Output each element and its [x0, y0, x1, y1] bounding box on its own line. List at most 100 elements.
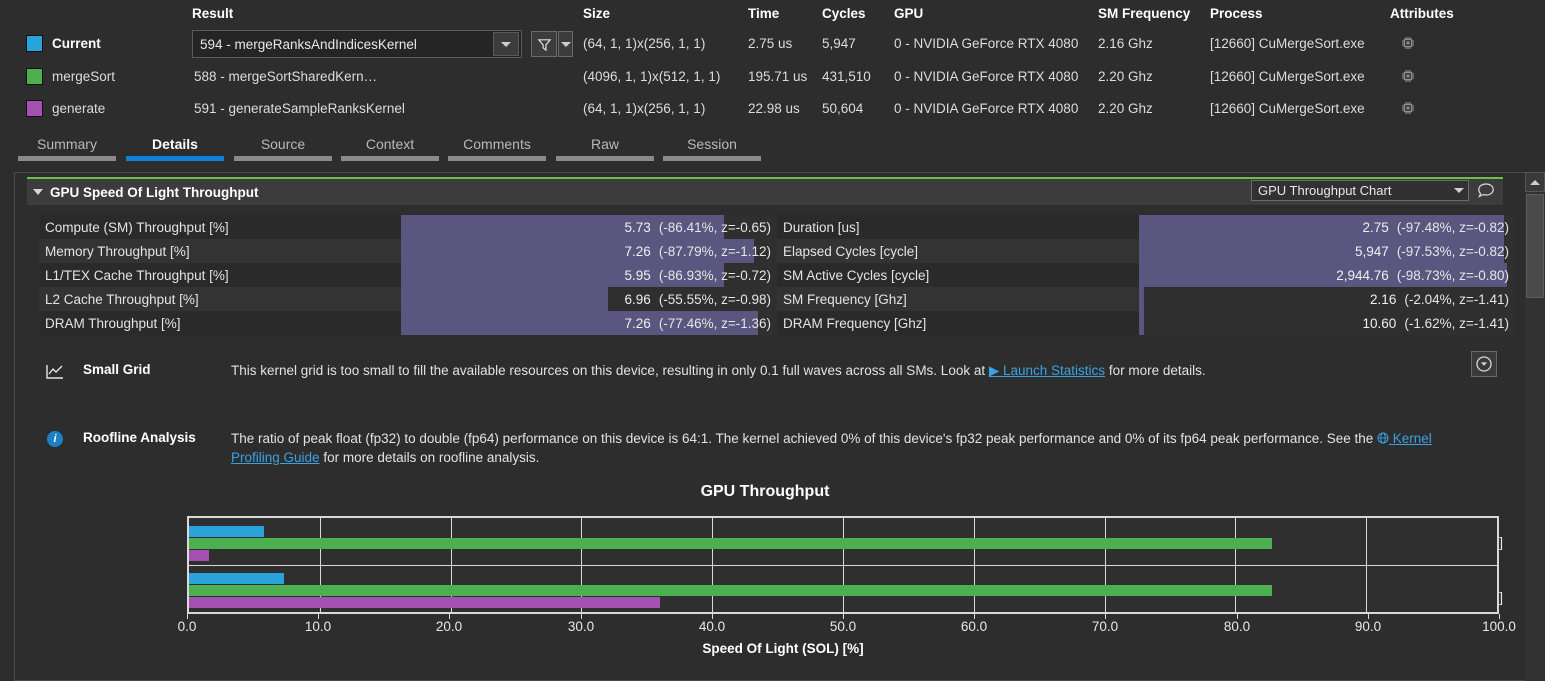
metric-name: Elapsed Cycles [cycle]: [777, 244, 1139, 259]
metric-value: 5.73: [625, 220, 651, 235]
metric-name: DRAM Frequency [Ghz]: [777, 316, 1139, 331]
filter-button[interactable]: [531, 31, 557, 57]
result-row-process: [12660] CuMergeSort.exe: [1210, 36, 1365, 51]
details-pane: GPU Speed Of Light Throughput GPU Throug…: [14, 172, 1525, 681]
chip-icon[interactable]: [1400, 35, 1416, 55]
xtick-label: 40.0: [699, 619, 725, 634]
tab-comments[interactable]: Comments: [448, 136, 546, 161]
vertical-scrollbar[interactable]: [1525, 172, 1545, 681]
tab-summary[interactable]: Summary: [18, 136, 116, 161]
column-header-attributes: Attributes: [1390, 6, 1454, 21]
result-row-label: mergeSort: [52, 69, 115, 84]
result-row-gpu: 0 - NVIDIA GeForce RTX 4080: [894, 101, 1078, 116]
result-row-process: [12660] CuMergeSort.exe: [1210, 101, 1365, 116]
tab-label: Source: [234, 136, 332, 152]
tab-underline: [341, 156, 439, 161]
metric-cell: SM Frequency [Ghz] 2.16 (-2.04%, z=-1.41…: [777, 287, 1515, 311]
chevron-down-icon: [561, 42, 571, 47]
metric-name: DRAM Throughput [%]: [39, 316, 401, 331]
result-selector-value: 594 - mergeRanksAndIndicesKernel: [193, 37, 493, 52]
launch-statistics-link[interactable]: ▶ Launch Statistics: [989, 363, 1105, 378]
metric-bar-track: 6.96 (-55.55%, z=-0.98): [401, 287, 777, 311]
metric-bar-fill: [1139, 287, 1144, 311]
metric-cell: Duration [us] 2.75 (-97.48%, z=-0.82): [777, 215, 1515, 239]
metric-delta: (-86.41%, z=-0.65): [659, 220, 771, 235]
scroll-up-button[interactable]: [1525, 172, 1545, 192]
rule-text-after: for more details.: [1105, 363, 1206, 378]
xtick-label: 60.0: [961, 619, 987, 634]
metric-cell: Compute (SM) Throughput [%] 5.73 (-86.41…: [39, 215, 777, 239]
result-row-result[interactable]: 588 - mergeSortSharedKern…: [194, 69, 377, 84]
comment-icon[interactable]: [1475, 179, 1497, 201]
bar-compute-mergesort: [189, 538, 1272, 549]
gpu-throughput-chart: GPU Throughput Compute (SM) [%] Memory […: [27, 483, 1503, 679]
rule-expand-button[interactable]: [1471, 351, 1497, 377]
triangle-down-icon[interactable]: [33, 189, 43, 195]
chart-plot-area: [187, 516, 1499, 614]
result-row-time: 2.75 us: [748, 36, 792, 51]
xtick-label: 20.0: [436, 619, 462, 634]
chart-type-value: GPU Throughput Chart: [1252, 183, 1450, 198]
tab-label: Raw: [556, 136, 654, 152]
column-header-gpu: GPU: [894, 6, 923, 21]
metric-row: L2 Cache Throughput [%] 6.96 (-55.55%, z…: [39, 287, 1515, 311]
tab-label: Session: [663, 136, 761, 152]
metric-value: 2,944.76: [1336, 268, 1389, 283]
results-table: Result Size Time Cycles GPU SM Frequency…: [0, 0, 1545, 130]
result-row-process: [12660] CuMergeSort.exe: [1210, 69, 1365, 84]
result-row-result[interactable]: 591 - generateSampleRanksKernel: [194, 101, 405, 116]
metric-bar-track: 5,947 (-97.53%, z=-0.82): [1139, 239, 1515, 263]
tab-raw[interactable]: Raw: [556, 136, 654, 161]
tab-bar: Summary Details Source Context Comments …: [0, 130, 1545, 170]
metric-name: SM Active Cycles [cycle]: [777, 268, 1139, 283]
column-header-cycles: Cycles: [822, 6, 866, 21]
metric-row: Compute (SM) Throughput [%] 5.73 (-86.41…: [39, 215, 1515, 239]
info-icon: i: [27, 429, 83, 447]
circle-chevron-down-icon: [1475, 355, 1493, 373]
metric-delta: (-98.73%, z=-0.80): [1397, 268, 1509, 283]
metric-name: Duration [us]: [777, 220, 1139, 235]
rule-title: Roofline Analysis: [83, 429, 231, 445]
chart-type-selector[interactable]: GPU Throughput Chart: [1251, 180, 1469, 201]
bar-compute-current: [189, 526, 264, 537]
tab-underline: [448, 156, 546, 161]
chart-xaxis-label: Speed Of Light (SOL) [%]: [127, 641, 1439, 656]
launch-statistics-link-label: Launch Statistics: [1003, 363, 1105, 378]
metric-name: L1/TEX Cache Throughput [%]: [39, 268, 401, 283]
scrollbar-thumb[interactable]: [1526, 194, 1544, 298]
result-row-sm-frequency: 2.20 Ghz: [1098, 69, 1153, 84]
result-selector-combobox[interactable]: 594 - mergeRanksAndIndicesKernel: [192, 30, 522, 58]
column-header-size: Size: [583, 6, 610, 21]
tab-label: Summary: [18, 136, 116, 152]
chevron-down-icon[interactable]: [1450, 188, 1468, 193]
result-selector-dropdown-arrow[interactable]: [493, 32, 519, 56]
metric-bar-track: 5.95 (-86.93%, z=-0.72): [401, 263, 777, 287]
chip-icon[interactable]: [1400, 100, 1416, 120]
metric-bar-track: 7.26 (-87.79%, z=-1.12): [401, 239, 777, 263]
metric-name: SM Frequency [Ghz]: [777, 292, 1139, 307]
tab-session[interactable]: Session: [663, 136, 761, 161]
xtick-label: 30.0: [568, 619, 594, 634]
chip-icon[interactable]: [1400, 68, 1416, 88]
line-chart-icon: [27, 361, 83, 381]
tab-underline: [18, 156, 116, 161]
result-row-sm-frequency: 2.16 Ghz: [1098, 36, 1153, 51]
result-row-size: (64, 1, 1)x(256, 1, 1): [583, 101, 705, 116]
section-title: GPU Speed Of Light Throughput: [50, 185, 258, 200]
caret-up-icon: [1530, 180, 1540, 185]
result-row-size: (4096, 1, 1)x(512, 1, 1): [583, 69, 720, 84]
metric-bar-fill: [1139, 311, 1144, 335]
result-row-label: generate: [52, 101, 105, 116]
column-header-process: Process: [1210, 6, 1263, 21]
xtick-label: 70.0: [1092, 619, 1118, 634]
filter-dropdown-arrow[interactable]: [558, 31, 573, 57]
bar-memory-current: [189, 573, 284, 584]
rule-title: Small Grid: [83, 361, 231, 377]
tab-context[interactable]: Context: [341, 136, 439, 161]
metric-row: DRAM Throughput [%] 7.26 (-77.46%, z=-1.…: [39, 311, 1515, 335]
tab-source[interactable]: Source: [234, 136, 332, 161]
metric-delta: (-1.62%, z=-1.41): [1404, 316, 1509, 331]
metric-row: L1/TEX Cache Throughput [%] 5.95 (-86.93…: [39, 263, 1515, 287]
column-header-result: Result: [192, 6, 233, 21]
tab-details[interactable]: Details: [126, 136, 224, 161]
